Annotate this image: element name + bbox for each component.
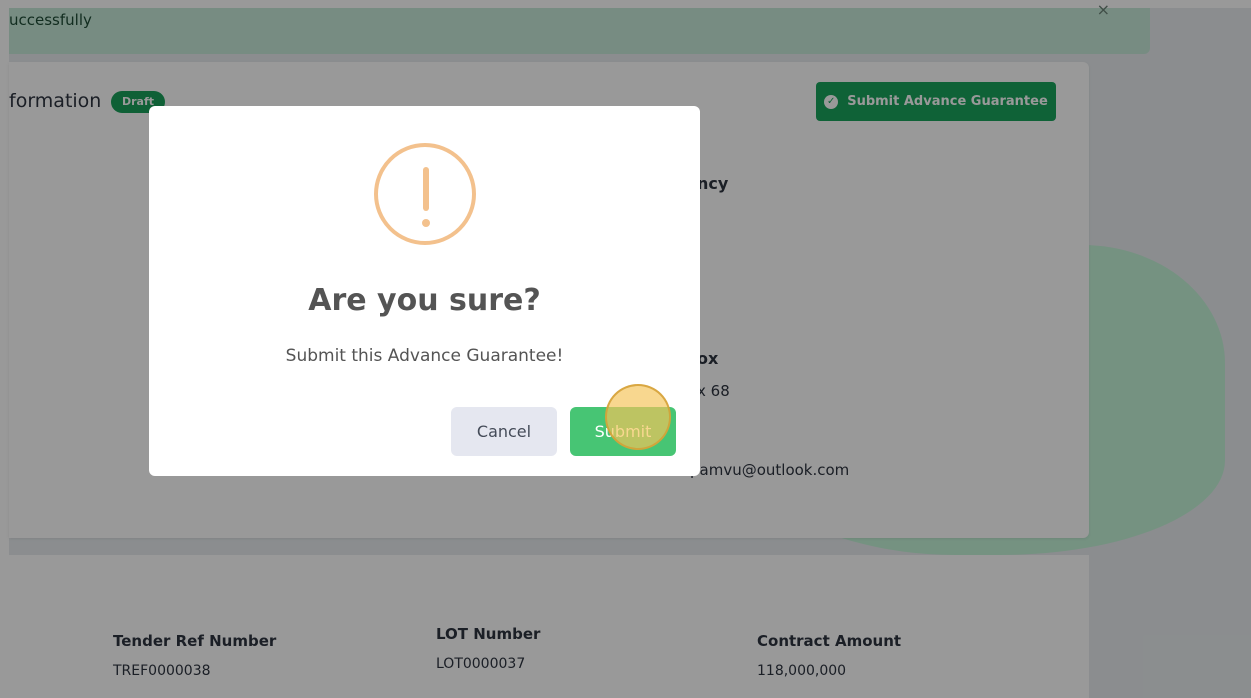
click-indicator [605, 384, 671, 450]
warning-icon-bar [423, 167, 429, 211]
dialog-message: Submit this Advance Guarantee! [285, 346, 564, 366]
dialog-title: Are you sure? [308, 283, 541, 318]
cancel-button[interactable]: Cancel [451, 407, 557, 456]
warning-icon [374, 143, 476, 245]
warning-icon-dot [422, 219, 430, 227]
